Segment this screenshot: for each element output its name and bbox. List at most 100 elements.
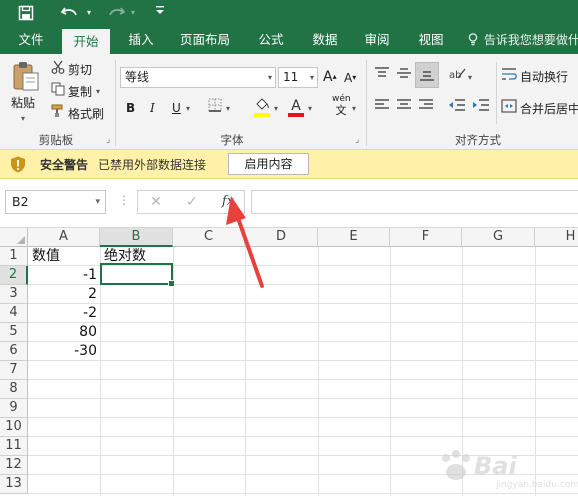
increase-arrow-icon: ▴ xyxy=(332,72,337,81)
row-header-1[interactable]: 1 xyxy=(0,247,28,266)
align-middle-icon[interactable] xyxy=(394,66,414,87)
scissors-icon xyxy=(50,60,66,81)
fill-color-icon[interactable] xyxy=(252,96,272,121)
fill-color-swatch xyxy=(254,113,270,117)
font-color-dropdown-icon[interactable]: ▾ xyxy=(308,100,312,118)
cell-a3[interactable]: 2 xyxy=(28,284,100,304)
tell-me-box[interactable]: 告诉我您想要做什 xyxy=(468,26,578,54)
font-name-dropdown-icon[interactable]: ▾ xyxy=(268,68,272,87)
row-header-13[interactable]: 13 xyxy=(0,475,28,494)
fill-color-dropdown-icon[interactable]: ▾ xyxy=(274,100,278,118)
gridline xyxy=(28,341,578,342)
cell-a2[interactable]: -1 xyxy=(28,265,100,285)
increase-indent-icon[interactable] xyxy=(470,98,492,119)
row-header-5[interactable]: 5 xyxy=(0,323,28,342)
tab-view[interactable]: 视图 xyxy=(408,26,454,54)
security-warning-bar: 安全警告 已禁用外部数据连接 启用内容 xyxy=(0,150,578,179)
font-color-icon[interactable]: A xyxy=(288,96,304,117)
gridline xyxy=(28,436,578,437)
row-header-7[interactable]: 7 xyxy=(0,361,28,380)
decrease-font-button[interactable]: A▾ xyxy=(344,69,356,87)
font-size-dropdown-icon[interactable]: ▾ xyxy=(310,68,314,87)
cut-button[interactable]: 剪切 xyxy=(68,61,92,79)
orientation-icon[interactable]: ab xyxy=(446,66,468,87)
increase-font-label: A xyxy=(323,69,333,85)
tab-formulas[interactable]: 公式 xyxy=(248,26,294,54)
font-launcher-icon[interactable]: ⌟ xyxy=(355,135,359,145)
cancel-entry-button[interactable]: ✕ xyxy=(146,193,166,211)
tab-home[interactable]: 开始 xyxy=(62,29,110,54)
copy-dropdown-icon[interactable]: ▾ xyxy=(96,83,100,101)
row-header-6[interactable]: 6 xyxy=(0,342,28,361)
column-header-e[interactable]: E xyxy=(318,228,390,247)
redo-icon xyxy=(104,3,128,23)
tab-data[interactable]: 数据 xyxy=(302,26,348,54)
column-header-g[interactable]: G xyxy=(462,228,535,247)
wrap-text-button[interactable]: 自动换行 xyxy=(520,68,568,86)
column-header-f[interactable]: F xyxy=(390,228,462,247)
italic-button[interactable]: I xyxy=(150,99,155,117)
bold-button[interactable]: B xyxy=(126,99,135,117)
cell-a1[interactable]: 数值 xyxy=(32,246,98,266)
tab-insert[interactable]: 插入 xyxy=(118,26,164,54)
column-header-h[interactable]: H xyxy=(535,228,578,247)
undo-icon[interactable] xyxy=(58,3,82,23)
confirm-entry-button[interactable]: ✓ xyxy=(182,193,202,211)
enable-content-button[interactable]: 启用内容 xyxy=(228,153,309,175)
gridline xyxy=(28,303,578,304)
copy-button[interactable]: 复制 xyxy=(68,83,92,101)
row-header-12[interactable]: 12 xyxy=(0,456,28,475)
tab-review[interactable]: 审阅 xyxy=(354,26,400,54)
formula-input[interactable] xyxy=(251,190,578,214)
customize-qat-icon[interactable] xyxy=(152,3,168,23)
underline-dropdown-icon[interactable]: ▾ xyxy=(186,100,190,118)
phonetic-button[interactable]: wén 文 xyxy=(332,94,351,117)
merge-center-button[interactable]: 合并后居中 xyxy=(520,100,578,118)
paste-dropdown-icon[interactable]: ▾ xyxy=(21,110,25,128)
font-size-combo[interactable]: 11 ▾ xyxy=(278,67,318,88)
format-painter-icon xyxy=(50,104,66,125)
cell-a6[interactable]: -30 xyxy=(28,341,100,361)
name-box-dropdown-icon[interactable]: ▾ xyxy=(95,191,100,213)
row-header-3[interactable]: 3 xyxy=(0,285,28,304)
row-header-2[interactable]: 2 xyxy=(0,266,28,285)
row-header-4[interactable]: 4 xyxy=(0,304,28,323)
row-header-11[interactable]: 11 xyxy=(0,437,28,456)
borders-icon[interactable] xyxy=(206,98,224,119)
row-header-9[interactable]: 9 xyxy=(0,399,28,418)
watermark-text: Bai xyxy=(474,452,517,480)
underline-button[interactable]: U xyxy=(172,99,181,117)
undo-dropdown-icon[interactable]: ▾ xyxy=(84,3,94,23)
clipboard-launcher-icon[interactable]: ⌟ xyxy=(106,135,110,145)
name-box[interactable]: B2 ▾ xyxy=(5,190,106,214)
column-header-a[interactable]: A xyxy=(28,228,100,247)
column-header-d[interactable]: D xyxy=(245,228,318,247)
save-icon[interactable] xyxy=(14,3,38,23)
select-all-corner[interactable] xyxy=(0,228,28,247)
paste-icon[interactable] xyxy=(10,60,42,94)
cell-a5[interactable]: 80 xyxy=(28,322,100,342)
formula-bar-resize-handle[interactable]: ⋮ xyxy=(118,193,130,207)
tab-page-layout[interactable]: 页面布局 xyxy=(172,26,238,54)
align-right-icon[interactable] xyxy=(416,98,436,119)
cell-a4[interactable]: -2 xyxy=(28,303,100,323)
phonetic-dropdown-icon[interactable]: ▾ xyxy=(352,100,356,118)
active-cell-b2[interactable] xyxy=(100,263,175,287)
orientation-dropdown-icon[interactable]: ▾ xyxy=(468,69,472,87)
font-size-value: 11 xyxy=(283,70,299,84)
tab-file[interactable]: 文件 xyxy=(8,26,54,54)
column-header-b[interactable]: B xyxy=(100,228,173,247)
column-header-c[interactable]: C xyxy=(173,228,245,247)
align-bottom-icon[interactable] xyxy=(415,62,439,88)
font-name-combo[interactable]: 等线 ▾ xyxy=(120,67,276,88)
align-top-icon[interactable] xyxy=(372,66,392,87)
insert-function-button[interactable]: fx xyxy=(218,193,238,211)
row-header-8[interactable]: 8 xyxy=(0,380,28,399)
align-left-icon[interactable] xyxy=(372,98,392,119)
borders-dropdown-icon[interactable]: ▾ xyxy=(226,100,230,118)
decrease-indent-icon[interactable] xyxy=(446,98,468,119)
align-center-icon[interactable] xyxy=(394,98,414,119)
increase-font-button[interactable]: A▴ xyxy=(323,68,337,86)
format-painter-button[interactable]: 格式刷 xyxy=(68,105,104,123)
row-header-10[interactable]: 10 xyxy=(0,418,28,437)
